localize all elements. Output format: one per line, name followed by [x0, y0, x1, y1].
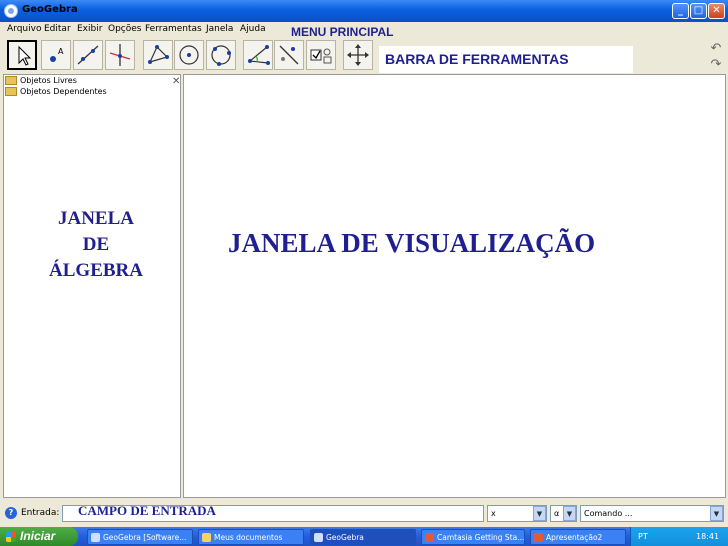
tree-item-objetos-livres[interactable]: Objetos Livres	[5, 76, 77, 87]
campo-de-entrada-annotation: CAMPO DE ENTRADA	[78, 503, 216, 518]
powerpoint-icon	[534, 533, 543, 542]
reflect-icon	[279, 45, 299, 65]
move-graphics-view-tool-button[interactable]	[343, 40, 373, 70]
algebra-view[interactable]	[3, 74, 181, 498]
angle-icon	[248, 45, 270, 65]
circle-three-points-tool-button[interactable]	[206, 40, 236, 70]
maximize-button[interactable]: □	[690, 3, 707, 19]
perpendicular-line-icon	[109, 44, 131, 66]
chevron-down-icon[interactable]: ▼	[533, 506, 546, 521]
taskbar-item-meus-documentos[interactable]: Meus documentos	[198, 529, 304, 545]
menu-ajuda[interactable]: Ajuda	[240, 24, 266, 34]
help-icon[interactable]: ?	[5, 507, 17, 519]
menu-exibir[interactable]: Exibir	[77, 24, 102, 34]
circle-center-point-tool-button[interactable]	[174, 40, 204, 70]
close-button[interactable]: ✕	[708, 3, 725, 19]
reflect-tool-button[interactable]	[274, 40, 304, 70]
minimize-button[interactable]: _	[672, 3, 689, 19]
menu-janela[interactable]: Janela	[206, 24, 233, 34]
menu-ferramentas[interactable]: Ferramentas	[145, 24, 202, 34]
arrow-cursor-icon	[18, 45, 32, 66]
folder-icon	[5, 76, 17, 85]
checkbox-tool-button[interactable]	[306, 40, 336, 70]
taskbar-item-camtasia[interactable]: Camtasia Getting Sta...	[421, 529, 525, 545]
windows-logo-icon	[6, 532, 16, 542]
menu-editar[interactable]: Editar	[44, 24, 71, 34]
menu-principal-annotation: MENU PRINCIPAL	[291, 25, 394, 39]
angle-tool-button[interactable]	[243, 40, 273, 70]
point-icon: A	[50, 47, 64, 62]
language-indicator[interactable]: PT	[638, 532, 648, 541]
geogebra-app-icon	[4, 4, 18, 18]
menu-arquivo[interactable]: Arquivo	[7, 24, 41, 34]
svg-text:A: A	[58, 47, 64, 56]
checkbox-icon	[310, 48, 332, 64]
folder-icon	[202, 533, 211, 542]
line-icon	[77, 45, 99, 65]
taskbar-item-geogebra-software[interactable]: GeoGebra [Software...	[87, 529, 193, 545]
camtasia-icon	[425, 533, 434, 542]
menu-opcoes[interactable]: Opções	[108, 24, 141, 34]
redo-icon[interactable]: ↷	[708, 58, 724, 72]
undo-icon[interactable]: ↶	[708, 42, 724, 56]
taskbar-item-apresentacao2[interactable]: Apresentação2	[530, 529, 626, 545]
title-bar[interactable]	[0, 0, 728, 22]
folder-icon	[5, 87, 17, 96]
window-title: GeoGebra	[22, 4, 78, 15]
geogebra-icon	[91, 533, 100, 542]
janela-de-visualizacao-annotation: JANELA DE VISUALIZAÇÃO	[228, 228, 596, 258]
circle-three-points-icon	[211, 45, 231, 66]
graphics-view[interactable]	[183, 74, 726, 498]
chevron-down-icon[interactable]: ▼	[563, 506, 576, 521]
move-arrows-icon	[347, 44, 369, 66]
circle-icon	[179, 45, 199, 65]
entrada-label: Entrada:	[21, 508, 60, 518]
command-select[interactable]: Comando ...	[580, 505, 724, 522]
line-tool-button[interactable]	[73, 40, 103, 70]
polygon-tool-button[interactable]	[143, 40, 173, 70]
chevron-down-icon[interactable]: ▼	[710, 506, 723, 521]
barra-de-ferramentas-annotation: BARRA DE FERRAMENTAS	[379, 46, 633, 73]
point-tool-button[interactable]: A	[41, 40, 71, 70]
perpendicular-line-tool-button[interactable]	[105, 40, 135, 70]
clock[interactable]: 18:41	[696, 532, 719, 541]
polygon-icon	[148, 45, 169, 64]
move-tool-button[interactable]	[7, 40, 37, 70]
close-icon[interactable]: ✕	[172, 76, 180, 87]
taskbar-item-geogebra[interactable]: GeoGebra	[310, 529, 416, 545]
janela-de-algebra-annotation: JANELA DE ÁLGEBRA	[49, 208, 143, 281]
geogebra-icon	[314, 533, 323, 542]
tree-item-objetos-dependentes[interactable]: Objetos Dependentes	[5, 87, 107, 98]
